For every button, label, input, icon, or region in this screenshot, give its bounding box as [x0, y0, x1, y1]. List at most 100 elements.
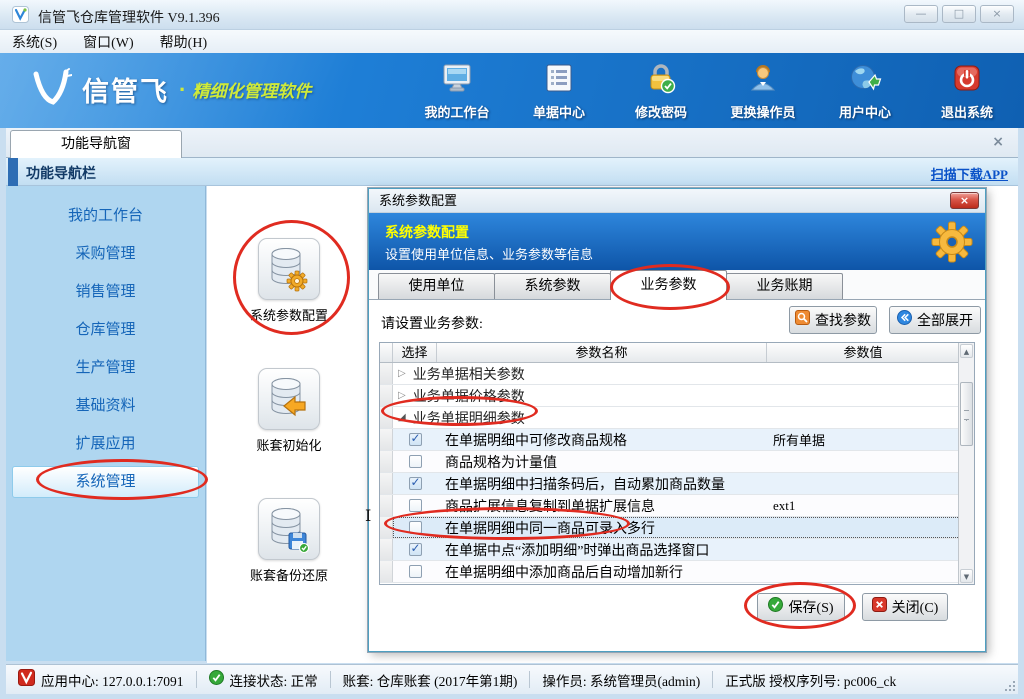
toolbar-workbench-button[interactable]: 我的工作台 — [414, 61, 500, 121]
param-checkbox[interactable] — [409, 565, 422, 578]
app-logo-icon — [12, 6, 29, 27]
param-row[interactable]: 在单据中点“添加明细”时弹出商品选择窗口 — [380, 539, 974, 561]
menu-system[interactable]: 系统(S) — [12, 32, 57, 52]
brand-dot: · — [179, 77, 186, 103]
vertical-scrollbar[interactable]: ▲ ▼ — [958, 343, 974, 584]
module-list: 系统参数配置 账套初始化 账套备份还原 — [210, 238, 368, 628]
globe-arrow-icon — [848, 61, 882, 98]
module-label: 系统参数配置 — [250, 305, 328, 324]
collapsed-triangle-icon[interactable]: ▷ — [398, 368, 406, 379]
sidebar-item-extensions[interactable]: 扩展应用 — [6, 425, 205, 463]
param-checkbox[interactable] — [409, 521, 422, 534]
status-license: 正式版 授权序列号: pc006_ck — [713, 670, 908, 690]
module-backup-restore[interactable]: 账套备份还原 — [210, 498, 368, 584]
nav-header: 功能导航栏 扫描下载APP — [6, 158, 1018, 186]
menu-help[interactable]: 帮助(H) — [160, 32, 207, 52]
nav-header-accent — [8, 158, 18, 186]
tab-system-params[interactable]: 系统参数 — [494, 273, 611, 299]
grid-header: 选择 参数名称 参数值 — [380, 343, 974, 363]
scrollbar-thumb[interactable] — [960, 382, 973, 446]
banner-title: 系统参数配置 — [385, 222, 469, 242]
banner-subtitle: 设置使用单位信息、业务参数等信息 — [385, 244, 593, 263]
module-account-init[interactable]: 账套初始化 — [210, 368, 368, 454]
param-checkbox[interactable] — [409, 455, 422, 468]
col-param-value: 参数值 — [767, 343, 959, 362]
scroll-down-icon[interactable]: ▼ — [960, 569, 973, 583]
scan-download-app-link[interactable]: 扫描下载APP — [931, 164, 1008, 183]
sidebar-item-purchase[interactable]: 采购管理 — [6, 235, 205, 273]
param-checkbox[interactable] — [409, 499, 422, 512]
brand-name: 信管飞 — [82, 70, 169, 109]
params-prompt: 请设置业务参数: — [381, 313, 483, 333]
toolbar-document-center-button[interactable]: 单据中心 — [516, 61, 602, 121]
param-row[interactable]: 在单据明细中添加商品后自动增加新行 — [380, 561, 974, 583]
module-system-params[interactable]: 系统参数配置 — [210, 238, 368, 324]
param-group-row[interactable]: ◢业务单据明细参数 — [380, 407, 974, 429]
find-params-button[interactable]: 查找参数 — [789, 306, 877, 334]
close-dialog-button[interactable]: 关闭(C) — [862, 593, 948, 621]
app-center-logo-icon — [18, 669, 35, 690]
power-icon — [950, 61, 984, 98]
maximize-button[interactable]: □ — [942, 5, 976, 23]
tab-business-period[interactable]: 业务账期 — [726, 273, 843, 299]
close-button[interactable]: × — [980, 5, 1014, 23]
brand-logo-icon — [28, 67, 72, 112]
double-chevron-icon — [897, 310, 912, 330]
sidebar-item-production[interactable]: 生产管理 — [6, 349, 205, 387]
sidebar-item-system-management[interactable]: 系统管理 — [12, 466, 199, 498]
param-row[interactable]: 商品规格为计量值 — [380, 451, 974, 473]
param-group-row[interactable]: ▷业务单据相关参数 — [380, 363, 974, 385]
brand: 信管飞 · 精细化管理软件 — [28, 67, 311, 112]
module-label: 账套初始化 — [256, 435, 321, 454]
scroll-up-icon[interactable]: ▲ — [960, 344, 973, 358]
toolbar-exit-button[interactable]: 退出系统 — [924, 61, 1010, 121]
sidebar-item-sales[interactable]: 销售管理 — [6, 273, 205, 311]
param-row[interactable]: 在单据明细中扫描条码后，自动累加商品数量 — [380, 473, 974, 495]
expand-all-button[interactable]: 全部展开 — [889, 306, 981, 334]
search-icon — [795, 310, 810, 330]
menu-window[interactable]: 窗口(W) — [83, 32, 134, 52]
param-checkbox[interactable] — [409, 433, 422, 446]
toolbar-user-center-button[interactable]: 用户中心 — [822, 61, 908, 121]
param-row[interactable]: 商品扩展信息复制到单据扩展信息 ext1 — [380, 495, 974, 517]
window-title: 信管飞仓库管理软件 V9.1.396 — [38, 7, 220, 27]
close-x-icon — [872, 597, 887, 617]
sidebar-item-workbench[interactable]: 我的工作台 — [6, 197, 205, 235]
param-group-row[interactable]: ▷业务单据价格参数 — [380, 385, 974, 407]
sidebar-item-warehouse[interactable]: 仓库管理 — [6, 311, 205, 349]
param-row-selected[interactable]: 在单据明细中同一商品可录入多行 — [380, 517, 974, 539]
database-arrow-icon — [258, 368, 320, 430]
toolbar-switch-operator-button[interactable]: 更换操作员 — [720, 61, 806, 121]
toolbar-change-password-button[interactable]: 修改密码 — [618, 61, 704, 121]
nav-sidebar: 我的工作台 采购管理 销售管理 仓库管理 生产管理 基础资料 扩展应用 系统管理 — [6, 186, 206, 661]
text-cursor: I — [365, 506, 371, 525]
dialog-banner: 系统参数配置 设置使用单位信息、业务参数等信息 — [369, 213, 985, 270]
tab-business-params[interactable]: 业务参数 — [610, 270, 727, 300]
tab-usage-unit[interactable]: 使用单位 — [378, 273, 495, 299]
monitor-icon — [440, 61, 474, 98]
expanded-triangle-icon[interactable]: ◢ — [398, 412, 406, 423]
nav-panel-title: 功能导航栏 — [26, 163, 96, 183]
tab-strip: 功能导航窗 × — [6, 128, 1018, 158]
save-button[interactable]: 保存(S) — [757, 593, 845, 621]
person-icon — [746, 61, 780, 98]
close-pane-icon[interactable]: × — [992, 134, 1004, 150]
param-row[interactable]: 在单据明细中可修改商品规格 所有单据 — [380, 429, 974, 451]
param-checkbox[interactable] — [409, 543, 422, 556]
param-checkbox[interactable] — [409, 477, 422, 490]
dialog-close-icon[interactable]: × — [950, 192, 979, 209]
dialog-title: 系统参数配置 — [379, 193, 457, 208]
resize-grip[interactable] — [1005, 681, 1015, 691]
tab-nav-window[interactable]: 功能导航窗 — [10, 130, 182, 158]
dialog-title-bar[interactable]: 系统参数配置 × — [369, 189, 985, 213]
database-backup-icon — [258, 498, 320, 560]
minimize-button[interactable]: — — [904, 5, 938, 23]
lock-check-icon — [644, 61, 678, 98]
connection-ok-icon — [209, 670, 224, 689]
module-label: 账套备份还原 — [250, 565, 328, 584]
sidebar-item-basic-data[interactable]: 基础资料 — [6, 387, 205, 425]
status-connection: 连接状态: 正常 — [197, 670, 330, 690]
collapsed-triangle-icon[interactable]: ▷ — [398, 390, 406, 401]
status-operator: 操作员: 系统管理员(admin) — [530, 670, 712, 690]
save-check-icon — [768, 597, 783, 617]
